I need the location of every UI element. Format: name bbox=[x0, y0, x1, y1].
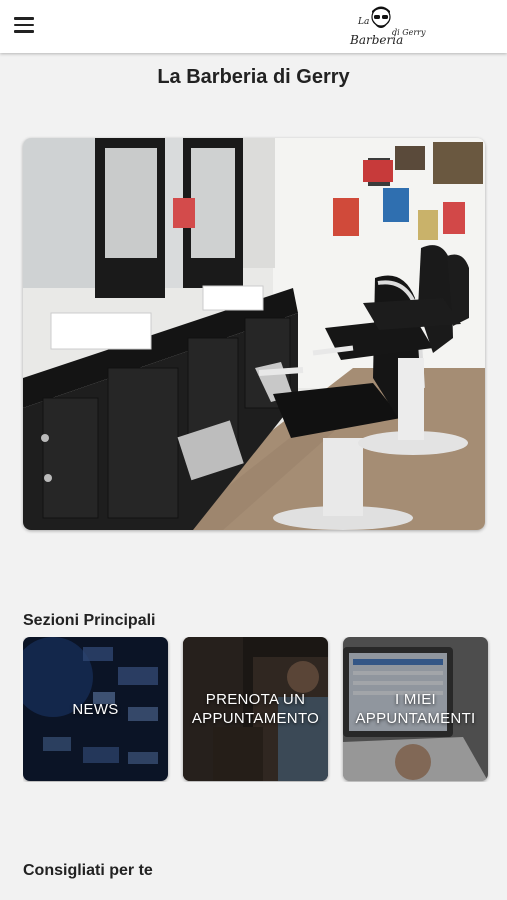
my-appointments-card-label: I MIEI APPUNTAMENTI bbox=[355, 691, 476, 727]
svg-text:La: La bbox=[357, 17, 369, 27]
svg-text:di Gerry: di Gerry bbox=[392, 28, 426, 37]
my-appointments-card[interactable]: I MIEI APPUNTAMENTI bbox=[343, 637, 488, 781]
section-title-main: Sezioni Principali bbox=[23, 612, 156, 629]
page-title: La Barberia di Gerry bbox=[157, 66, 350, 88]
top-app-bar: La Barberia di Gerry bbox=[0, 0, 507, 53]
book-appointment-card-label: PRENOTA UN APPUNTAMENTO bbox=[191, 691, 320, 727]
news-card[interactable]: NEWS bbox=[23, 637, 168, 781]
book-appointment-card[interactable]: PRENOTA UN APPUNTAMENTO bbox=[183, 637, 328, 781]
barberia-logo: La Barberia di Gerry bbox=[349, 6, 426, 47]
hamburger-menu-icon[interactable] bbox=[14, 17, 34, 35]
salon-hero-image bbox=[23, 138, 485, 530]
section-title-recommended: Consigliati per te bbox=[23, 862, 153, 879]
news-card-label: NEWS bbox=[72, 700, 119, 718]
main-sections-carousel[interactable]: NEWS PRENOTA UN APPUNTAMENTO I MIEI APPU… bbox=[23, 637, 507, 782]
